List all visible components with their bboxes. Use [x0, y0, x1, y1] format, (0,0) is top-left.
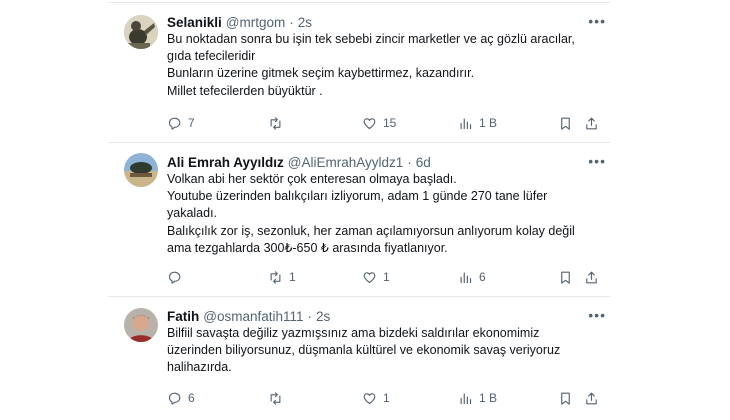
tweet-divider [108, 2, 610, 3]
author-name[interactable]: Fatih [167, 309, 199, 324]
tweet-text-line: gıda tefecileridir [167, 49, 256, 64]
tweet[interactable]: Fatih @osmanfatih111 · 2s ••• Bilfiil sa… [108, 307, 610, 417]
reply-icon [168, 271, 181, 284]
tweet[interactable]: Ali Emrah Ayyıldız @AliEmrahAyyldz1 · 6d… [108, 153, 610, 293]
author-name[interactable]: Ali Emrah Ayyıldız [167, 155, 284, 170]
retweet-icon [270, 116, 281, 130]
tweet-actions: 1 1 6 [167, 268, 597, 286]
share-icon [586, 271, 597, 283]
like-button[interactable]: 1 [362, 389, 390, 407]
like-count: 15 [383, 116, 397, 130]
bookmark-icon [561, 392, 570, 405]
avatar[interactable] [124, 308, 158, 342]
tweet-text: Bu noktadan sonra bu işin tek sebebi zin… [167, 31, 597, 100]
reply-button[interactable] [167, 268, 188, 286]
reply-count: 6 [188, 391, 195, 405]
separator-dot: · [289, 14, 294, 30]
like-icon [363, 271, 376, 283]
views-button[interactable]: 1 B [458, 389, 497, 407]
tweet-timestamp[interactable]: 2s [298, 15, 312, 30]
share-icon [586, 392, 597, 404]
tweet-text: Bilfiil savaşta değiliz yazmışsınız ama … [167, 325, 597, 377]
tweet-timestamp[interactable]: 6d [416, 155, 431, 170]
reply-icon [168, 392, 181, 405]
reply-button[interactable]: 6 [167, 389, 195, 407]
author-name[interactable]: Selanikli [167, 15, 222, 30]
like-icon [363, 392, 376, 404]
tweet-text-line: Balıkçılık zor iş, sezonluk, her zaman a… [167, 223, 575, 238]
views-button[interactable]: 6 [458, 268, 486, 286]
bookmark-icon [561, 271, 570, 284]
tweet-text-line: Millet tefecilerden büyüktür . [167, 83, 323, 98]
tweet-text-line: Bu noktadan sonra bu işin tek sebebi zin… [167, 32, 575, 46]
author-handle[interactable]: @AliEmrahAyyldz1 [288, 155, 404, 170]
share-button[interactable] [584, 268, 599, 286]
tweet[interactable]: Selanikli @mrtgom · 2s ••• Bu noktadan s… [108, 13, 610, 133]
view-count: 1 B [479, 116, 498, 130]
tweet-text-line: Bunların üzerine gitmek seçim kaybettirm… [167, 66, 475, 81]
tweet-actions: 7 15 1 B [167, 114, 597, 132]
bookmark-button[interactable] [558, 114, 573, 132]
bookmark-button[interactable] [558, 268, 573, 286]
more-icon[interactable]: ••• [588, 13, 606, 29]
more-icon[interactable]: ••• [588, 307, 606, 323]
tweet-text-line: Bilfiil savaşta değiliz yazmışsınız ama … [167, 326, 540, 340]
avatar-image [124, 308, 158, 342]
share-button[interactable] [584, 389, 599, 407]
share-icon [586, 117, 597, 129]
retweet-count: 1 [289, 270, 296, 284]
like-count: 1 [383, 391, 390, 405]
view-count: 1 B [479, 391, 498, 405]
retweet-button[interactable] [268, 389, 289, 407]
tweet-divider [108, 142, 610, 143]
more-icon[interactable]: ••• [588, 153, 606, 169]
reply-icon [168, 117, 181, 130]
views-icon [460, 393, 472, 404]
avatar-image [124, 15, 158, 49]
tweet-text-line: ama tezgahlarda 300₺-650 ₺ arasında fiya… [167, 240, 448, 255]
views-icon [460, 118, 472, 129]
tweet-timestamp[interactable]: 2s [316, 309, 330, 324]
retweet-button[interactable] [268, 114, 289, 132]
views-icon [460, 272, 472, 283]
avatar[interactable] [124, 153, 158, 187]
tweet-text-line: Youtube üzerinden balıkçıları izliyorum,… [167, 189, 548, 204]
author-handle[interactable]: @mrtgom [226, 15, 285, 30]
retweet-icon [270, 391, 281, 405]
bookmark-button[interactable] [558, 389, 573, 407]
reply-button[interactable]: 7 [167, 114, 195, 132]
tweet-actions: 6 1 1 B [167, 389, 597, 407]
separator-dot: · [407, 154, 412, 170]
retweet-icon [270, 270, 281, 284]
share-button[interactable] [584, 114, 599, 132]
tweet-divider [108, 296, 610, 297]
like-icon [363, 117, 376, 129]
avatar-image [124, 153, 158, 187]
avatar[interactable] [124, 15, 158, 49]
bookmark-icon [561, 117, 570, 130]
separator-dot: · [307, 308, 313, 324]
tweet-text-line: üzerinden biliyorsunuz, düşmanla kültüre… [167, 343, 561, 358]
view-count: 6 [479, 270, 486, 284]
tweet-text: Volkan abi her sektör çok enteresan olma… [167, 171, 597, 257]
like-count: 1 [383, 270, 390, 284]
author-handle[interactable]: @osmanfatih111 [203, 309, 303, 324]
reply-count: 7 [188, 116, 195, 130]
like-button[interactable]: 1 [362, 268, 390, 286]
tweet-text-line: Volkan abi her sektör çok enteresan olma… [167, 172, 457, 186]
tweet-text-line: yakaladı. [167, 206, 218, 221]
views-button[interactable]: 1 B [458, 114, 497, 132]
like-button[interactable]: 15 [362, 114, 396, 132]
tweet-text-line: halihazırda. [167, 360, 232, 375]
retweet-button[interactable]: 1 [268, 268, 296, 286]
